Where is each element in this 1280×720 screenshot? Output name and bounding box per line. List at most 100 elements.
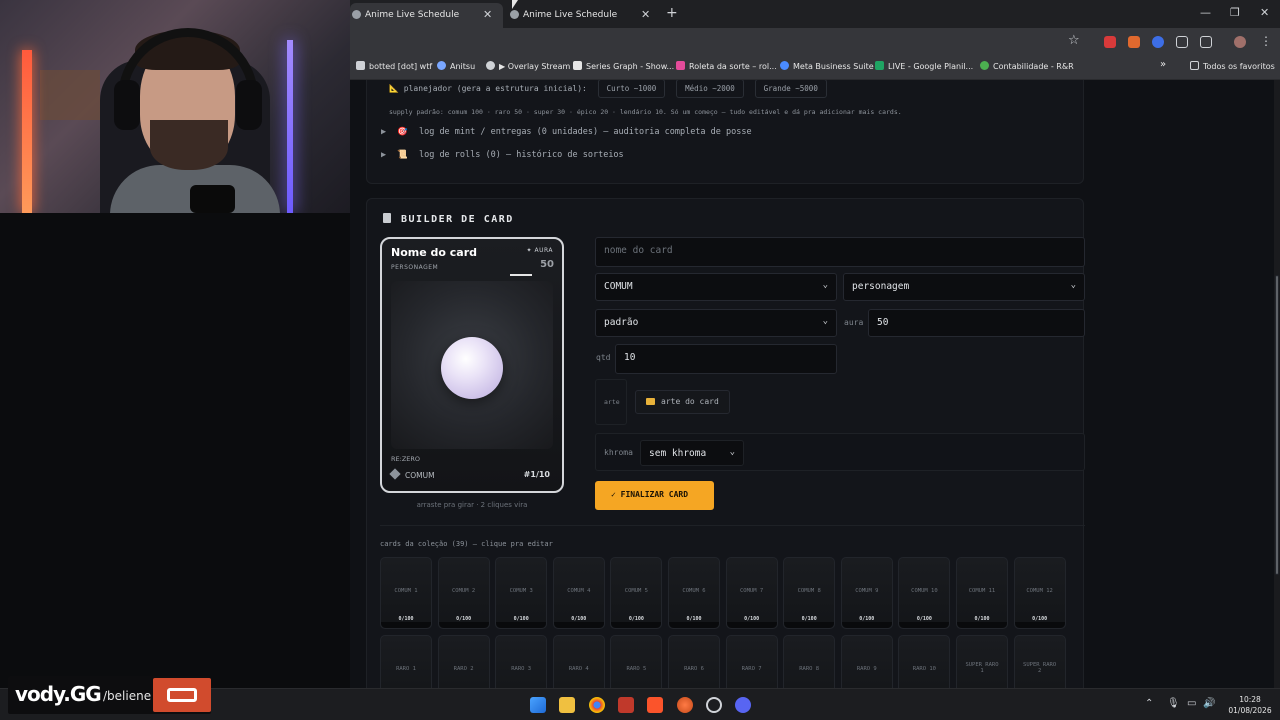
browser-menu-icon[interactable]: ⋮ xyxy=(1260,34,1272,48)
planner-label: planejador (gera a estrutura inicial): xyxy=(403,84,587,93)
extension-icon[interactable] xyxy=(1104,36,1116,48)
bookmark-star-icon[interactable]: ☆ xyxy=(1068,33,1080,48)
scrollbar-thumb[interactable] xyxy=(1275,275,1279,575)
khroma-select[interactable]: sem khroma ⌄ xyxy=(640,440,744,466)
finalize-card-button[interactable]: ✓ FINALIZAR CARD xyxy=(595,481,714,510)
tab-anime-live-schedule-1[interactable]: Anime Live Schedule ✕ xyxy=(350,3,503,28)
aura-input[interactable]: 50 xyxy=(868,309,1085,337)
extension-icon[interactable] xyxy=(1152,36,1164,48)
minimize-button[interactable]: — xyxy=(1200,6,1211,19)
bookmark-favicon-icon xyxy=(780,61,789,70)
app-icon[interactable] xyxy=(677,697,693,713)
tray-chevron-icon[interactable]: ⌃ xyxy=(1145,698,1153,709)
collection-card-thumb[interactable]: COMUM 6 0/100 xyxy=(668,557,720,629)
clock-date: 01/08/2026 xyxy=(1228,706,1272,715)
extension-icon[interactable] xyxy=(1176,36,1188,48)
bookmark-item[interactable]: ▶ Overlay Stream xyxy=(486,61,570,71)
card-name: Nome do card xyxy=(391,246,478,259)
style-select[interactable]: padrão ⌄ xyxy=(595,309,837,337)
close-window-button[interactable]: ✕ xyxy=(1260,6,1269,19)
collection-card-thumb[interactable]: RARO 5 xyxy=(610,635,663,688)
mint-log-toggle[interactable]: ▶ 🎯 log de mint / entregas (0 unidades) … xyxy=(381,127,752,137)
bookmark-favicon-icon xyxy=(875,61,884,70)
collection-card-thumb[interactable]: RARO 9 xyxy=(840,635,893,688)
app-icon[interactable] xyxy=(618,697,634,713)
collection-card-thumb[interactable]: COMUM 4 0/100 xyxy=(552,557,605,629)
file-explorer-icon[interactable] xyxy=(559,697,575,713)
qty-input[interactable]: 10 xyxy=(615,344,837,374)
bookmarks-overflow-button[interactable]: » xyxy=(1160,59,1166,70)
collection-card-thumb[interactable]: SUPER RARO 2 xyxy=(1013,635,1066,688)
microphone-icon[interactable]: 🎙 xyxy=(1167,698,1180,709)
bookmark-item[interactable]: LIVE - Google Planil... xyxy=(875,61,973,71)
collection-card-thumb[interactable]: COMUM 2 0/100 xyxy=(437,557,490,629)
collection-card-thumb[interactable]: SUPER RARO 1 xyxy=(956,635,1008,688)
collection-card-thumb[interactable]: COMUM 1 0/100 xyxy=(380,557,432,629)
thumb-name: COMUM 11 xyxy=(968,588,996,594)
network-icon[interactable]: ▭ xyxy=(1187,698,1196,709)
bookmark-item[interactable]: botted [dot] wtf xyxy=(356,61,432,71)
collection-card-thumb[interactable]: RARO 4 xyxy=(552,635,605,688)
collection-card-thumb[interactable]: COMUM 11 0/100 xyxy=(956,557,1008,629)
upload-art-button[interactable]: arte do card xyxy=(635,390,730,414)
art-thumbnail[interactable]: arte xyxy=(595,379,627,425)
thumb-name: SUPER RARO 1 xyxy=(965,662,999,674)
collection-card-thumb[interactable]: COMUM 3 0/100 xyxy=(495,557,548,629)
start-menu-icon[interactable] xyxy=(530,697,546,713)
card-art xyxy=(391,281,553,449)
bookmark-item[interactable]: Roleta da sorte – rol... xyxy=(676,61,777,71)
clock-time: 10:28 xyxy=(1239,695,1261,704)
close-tab-icon[interactable]: ✕ xyxy=(483,8,492,21)
extension-icon[interactable] xyxy=(1128,36,1140,48)
collection-card-thumb[interactable]: RARO 1 xyxy=(380,635,432,688)
tab-anime-live-schedule-2[interactable]: Anime Live Schedule ✕ xyxy=(508,3,661,28)
rarity-select[interactable]: COMUM ⌄ xyxy=(595,273,837,301)
thumb-name: RARO 2 xyxy=(453,666,474,672)
address-bar[interactable]: ☆ ⋮ xyxy=(350,28,1280,56)
thumb-bar xyxy=(1014,622,1065,628)
all-favorites-folder[interactable]: Todos os favoritos xyxy=(1190,61,1275,71)
page-scrollbar[interactable] xyxy=(1274,80,1280,688)
chrome-icon[interactable] xyxy=(589,697,605,713)
bookmark-item[interactable]: Anitsu xyxy=(437,61,475,71)
thumb-name: COMUM 2 xyxy=(452,588,476,594)
volume-icon[interactable]: 🔊 xyxy=(1203,698,1215,709)
collection-card-thumb[interactable]: RARO 7 xyxy=(725,635,778,688)
collection-card-thumb[interactable]: COMUM 5 0/100 xyxy=(610,557,663,629)
expand-triangle-icon: ▶ xyxy=(381,127,387,137)
profile-avatar[interactable] xyxy=(1234,36,1246,48)
new-tab-button[interactable]: + xyxy=(666,5,678,21)
collection-card-thumb[interactable]: RARO 10 xyxy=(898,635,951,688)
bookmark-item[interactable]: Meta Business Suite xyxy=(780,61,874,71)
folder-icon xyxy=(646,398,655,405)
chevron-down-icon: ⌄ xyxy=(1070,280,1076,290)
brand-logo: vody.GG xyxy=(15,682,102,706)
scroll-icon: 📜 xyxy=(397,150,408,160)
bookmark-item[interactable]: Series Graph - Show... xyxy=(573,61,674,71)
maximize-button[interactable]: ❐ xyxy=(1230,6,1240,19)
rolls-log-toggle[interactable]: ▶ 📜 log de rolls (0) — histórico de sort… xyxy=(381,150,624,160)
collection-card-thumb[interactable]: COMUM 8 0/100 xyxy=(783,557,836,629)
planner-large-button[interactable]: Grande ~5000 xyxy=(754,80,827,98)
aura-bar xyxy=(510,274,532,276)
app-icon[interactable] xyxy=(706,697,722,713)
bookmark-item[interactable]: Contabilidade - R&R xyxy=(980,61,1074,71)
collection-card-thumb[interactable]: RARO 6 xyxy=(668,635,720,688)
extensions-puzzle-icon[interactable] xyxy=(1200,36,1212,48)
planner-medium-button[interactable]: Médio ~2000 xyxy=(676,80,744,98)
collection-card-thumb[interactable]: COMUM 7 0/100 xyxy=(725,557,778,629)
card-preview[interactable]: Nome do card PERSONAGEM ✦ AURA 50 RE:ZER… xyxy=(380,237,564,493)
type-select[interactable]: personagem ⌄ xyxy=(843,273,1085,301)
planner-short-button[interactable]: Curto ~1000 xyxy=(597,80,666,98)
close-tab-icon[interactable]: ✕ xyxy=(641,8,650,21)
collection-card-thumb[interactable]: COMUM 12 0/100 xyxy=(1013,557,1066,629)
discord-icon[interactable] xyxy=(735,697,751,713)
collection-card-thumb[interactable]: RARO 2 xyxy=(437,635,490,688)
collection-card-thumb[interactable]: RARO 8 xyxy=(783,635,836,688)
system-clock[interactable]: 10:28 01/08/2026 xyxy=(1220,694,1280,716)
collection-card-thumb[interactable]: COMUM 9 0/100 xyxy=(840,557,893,629)
collection-card-thumb[interactable]: RARO 3 xyxy=(495,635,548,688)
card-name-input[interactable]: nome do card xyxy=(595,237,1085,267)
brave-icon[interactable] xyxy=(647,697,663,713)
collection-card-thumb[interactable]: COMUM 10 0/100 xyxy=(898,557,951,629)
